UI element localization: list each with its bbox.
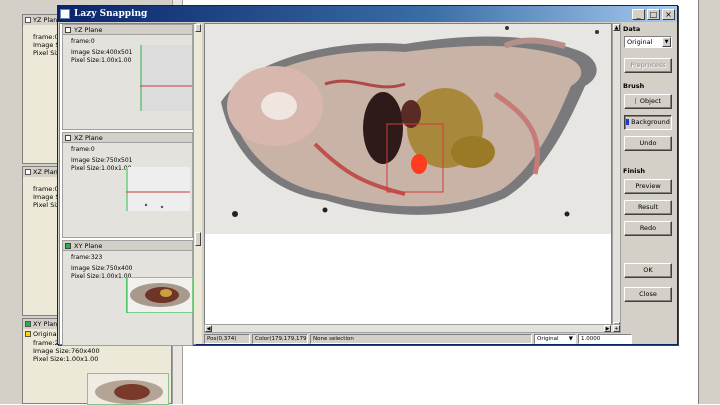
chevron-down-icon[interactable]: ▼ [662,37,671,47]
object-marker-icon [634,98,638,104]
scrollbar-thumb[interactable] [195,232,201,246]
mouse-section-image[interactable] [205,24,612,330]
xy-plane-checkbox[interactable] [65,242,71,249]
arrow-right-icon[interactable]: ▶ [604,325,611,332]
corner-plus-icon[interactable]: + [613,325,620,332]
brush-group-label: Brush [623,82,645,90]
close-button[interactable]: Close [624,287,672,302]
title-bar[interactable]: Lazy Snapping _ □ × [58,6,677,22]
ok-button[interactable]: OK [624,263,672,278]
redo-button[interactable]: Redo [624,221,672,236]
yz-plane-image [140,45,192,111]
maximize-button[interactable]: □ [647,8,660,20]
preview-title: YZ Plane [74,25,103,34]
chevron-down-icon[interactable]: ▼ [569,335,573,343]
status-bar: Pos(0,374) Color(179,179,179) None selec… [204,334,679,344]
undo-button[interactable]: Undo [624,136,672,151]
control-panel: Data Original ▼ Preprocess Brush Object … [621,23,677,328]
xz-plane-checkbox[interactable] [65,134,71,141]
result-button[interactable]: Result [624,200,672,215]
preview-scrollbar[interactable] [193,24,202,344]
xz-plane-image [126,167,190,211]
finish-group-label: Finish [623,167,646,175]
data-select[interactable]: Original ▼ [624,36,672,48]
view-select[interactable]: Original ▼ [534,334,576,344]
frame-label: frame:0 [71,38,95,45]
image-size-label: Image Size:750x400 [71,265,133,272]
selection-status: None selection [310,334,532,344]
image-size-label: Image Size:400x501 [71,49,133,56]
pixel-size-label: Pixel Size:1.00x1.00 [71,57,132,64]
frame-label: frame:0 [71,146,95,153]
frame-label: frame:323 [71,254,103,261]
background-thumbnail [87,373,169,405]
arrow-up-icon[interactable] [195,24,201,32]
window-title: Lazy Snapping [74,9,148,19]
background-right-strip [698,0,720,404]
canvas-vertical-scrollbar[interactable]: ▲ ▼ [612,23,621,330]
preview-xz-plane[interactable]: XZ Plane frame:0 Image Size:750x501 Pixe… [62,132,193,238]
preview-title: XZ Plane [74,133,103,142]
arrow-up-icon[interactable]: ▲ [613,24,620,31]
image-size-label: Image Size:750x501 [71,157,133,164]
preview-xy-plane[interactable]: XY Plane frame:323 Image Size:750x400 Pi… [62,240,194,346]
background-marker-icon [626,119,630,125]
data-group-label: Data [623,25,641,33]
checkbox-icon[interactable] [25,17,31,23]
pixel-size-label: Pixel Size:1.00x1.00 [71,273,132,280]
arrow-left-icon[interactable]: ◀ [205,325,212,332]
preview-button[interactable]: Preview [624,179,672,194]
minimize-button[interactable]: _ [632,8,645,20]
xy-plane-image [126,277,194,313]
preview-title: XY Plane [74,241,103,250]
app-window-icon [60,9,70,19]
lazy-snapping-window: Lazy Snapping _ □ × YZ Plane frame:0 Ima… [57,5,679,346]
zoom-field[interactable]: 1.0000 [578,334,632,344]
pixel-size-label: Pixel Size:1.00x1.00 [71,165,132,172]
preprocess-button[interactable]: Preprocess [624,58,672,73]
image-canvas[interactable] [204,23,612,330]
color-readout: Color(179,179,179) [252,334,308,344]
checkbox-icon[interactable] [25,321,31,327]
close-window-button[interactable]: × [662,8,675,20]
position-readout: Pos(0,374) [204,334,250,344]
yz-plane-checkbox[interactable] [65,26,71,33]
preview-yz-plane[interactable]: YZ Plane frame:0 Image Size:400x501 Pixe… [62,24,193,130]
checkbox-icon[interactable] [25,169,31,175]
background-brush-button[interactable]: Background [624,115,672,130]
preview-list: YZ Plane frame:0 Image Size:400x501 Pixe… [59,23,202,346]
checkbox-icon[interactable] [25,331,31,337]
canvas-horizontal-scrollbar[interactable]: ◀ ▶ + [204,324,621,333]
object-brush-button[interactable]: Object [624,94,672,109]
